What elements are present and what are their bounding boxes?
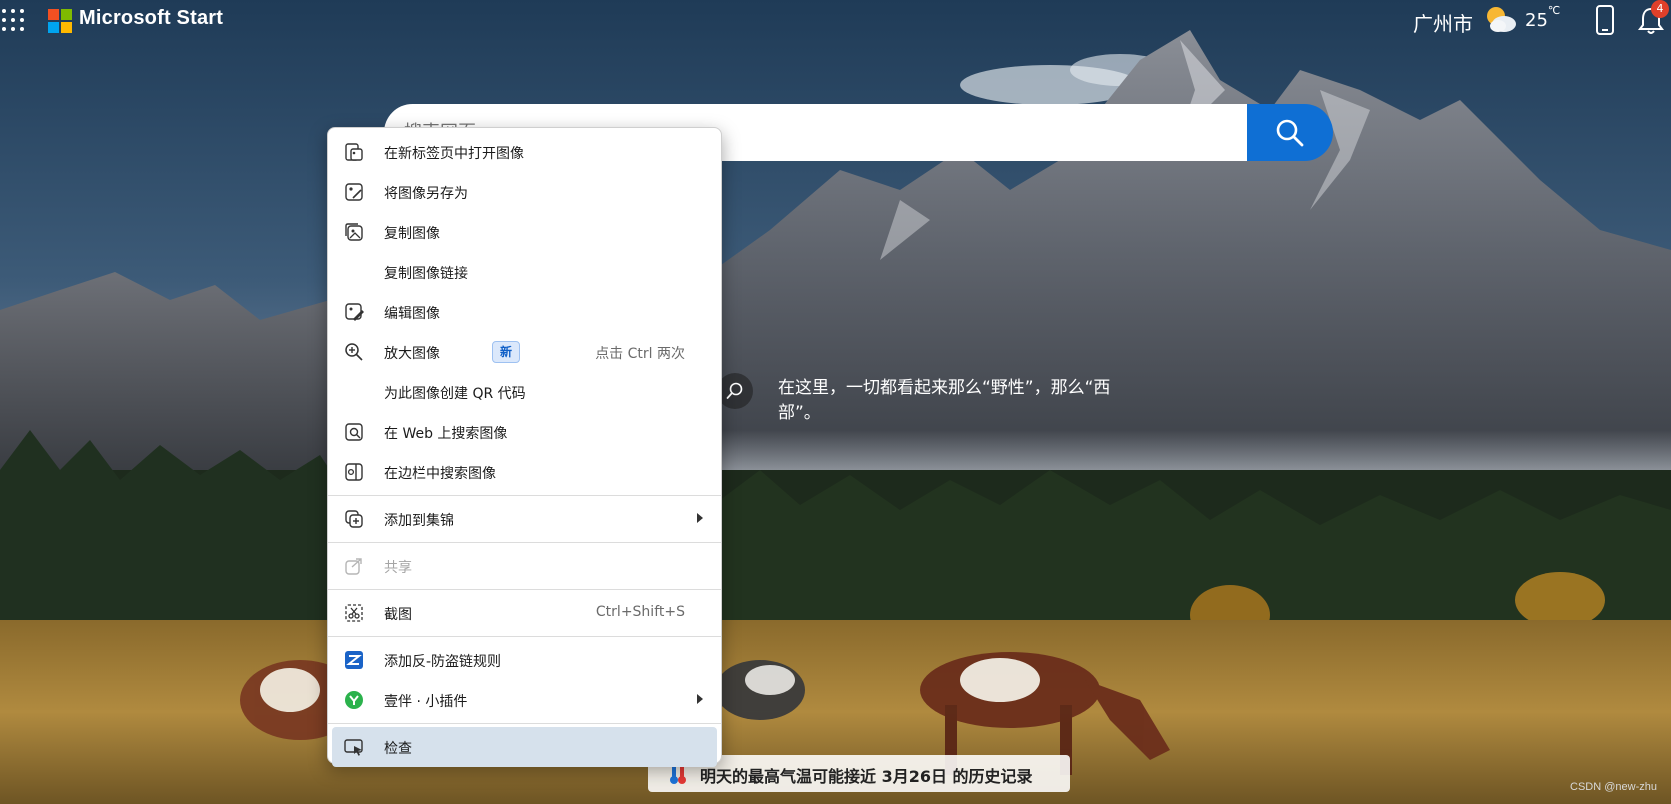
- menu-divider: [328, 495, 721, 496]
- weather-city[interactable]: 广州市: [1413, 8, 1473, 37]
- menu-item-label: 为此图像创建 QR 代码: [384, 386, 526, 402]
- submenu-arrow-icon: [697, 513, 703, 523]
- menu-item-label: 编辑图像: [384, 306, 440, 322]
- menu-item-screenshot[interactable]: 截图 Ctrl+Shift+S: [332, 593, 717, 633]
- top-bar: Microsoft Start 广州市 25℃ 4: [0, 0, 1671, 42]
- menu-item-label: 在边栏中搜索图像: [384, 466, 496, 482]
- save-image-icon: [345, 183, 363, 201]
- search-button[interactable]: [1247, 104, 1333, 161]
- edit-image-icon: [345, 303, 364, 321]
- menu-item-copy-image-link[interactable]: 复制图像链接: [332, 252, 717, 292]
- menu-item-yiban-plugin[interactable]: 壹伴 · 小插件: [332, 680, 717, 720]
- menu-item-add-anti-hotlink-rule[interactable]: 添加反-防盗链规则: [332, 640, 717, 680]
- sidebar-search-icon: [345, 463, 363, 481]
- notification-badge: 4: [1651, 0, 1669, 18]
- menu-item-copy-image[interactable]: 复制图像: [332, 212, 717, 252]
- visual-search-icon: [345, 423, 363, 441]
- caption-search-button[interactable]: [717, 373, 753, 409]
- new-badge: 新: [492, 341, 520, 363]
- menu-item-shortcut: Ctrl+Shift+S: [595, 604, 685, 620]
- menu-item-label: 将图像另存为: [384, 186, 468, 202]
- brand-name[interactable]: Microsoft Start: [79, 7, 223, 30]
- menu-item-label: 添加反-防盗链规则: [384, 654, 502, 670]
- copy-image-icon: [345, 223, 363, 241]
- menu-item-label: 放大图像: [384, 346, 440, 362]
- search-icon: [726, 382, 743, 399]
- submenu-arrow-icon: [697, 694, 703, 704]
- inspect-icon: [344, 739, 363, 756]
- screenshot-icon: [345, 604, 363, 622]
- menu-item-label: 复制图像链接: [384, 266, 468, 282]
- menu-divider: [328, 542, 721, 543]
- menu-item-label: 复制图像: [384, 226, 440, 242]
- collections-icon: [345, 510, 363, 528]
- menu-item-zoom-image[interactable]: 放大图像 新 点击 Ctrl 两次: [332, 332, 717, 372]
- menu-item-shortcut: 点击 Ctrl 两次: [595, 346, 685, 362]
- menu-item-label: 检查: [384, 741, 412, 757]
- context-menu: 在新标签页中打开图像 将图像另存为 复制图像 复制图像链接 编辑图像 放大图像 …: [327, 127, 722, 767]
- menu-item-save-image-as[interactable]: 将图像另存为: [332, 172, 717, 212]
- menu-item-create-qr-code[interactable]: 为此图像创建 QR 代码: [332, 372, 717, 412]
- image-caption[interactable]: 在这里，一切都看起来那么“野性”，那么“西部”。: [778, 376, 1118, 426]
- menu-item-label: 添加到集锦: [384, 513, 454, 529]
- extension-yiban-icon: [345, 691, 363, 709]
- weather-partly-cloudy-icon[interactable]: [1484, 4, 1518, 34]
- menu-item-label: 截图: [384, 607, 412, 623]
- search-icon: [1276, 119, 1304, 147]
- menu-divider: [328, 723, 721, 724]
- menu-item-search-image-web[interactable]: 在 Web 上搜索图像: [332, 412, 717, 452]
- zoom-in-icon: [345, 343, 363, 361]
- weather-temperature[interactable]: 25℃: [1525, 4, 1560, 31]
- apps-grid-icon[interactable]: [2, 9, 26, 33]
- menu-item-label: 壹伴 · 小插件: [384, 694, 468, 710]
- menu-item-label: 在 Web 上搜索图像: [384, 426, 508, 442]
- menu-divider: [328, 636, 721, 637]
- microsoft-logo-icon[interactable]: [48, 9, 72, 33]
- menu-item-inspect[interactable]: 检查: [332, 727, 717, 767]
- temperature-unit: ℃: [1547, 4, 1561, 17]
- menu-item-label: 共享: [384, 560, 412, 576]
- menu-item-share: 共享: [332, 546, 717, 586]
- menu-divider: [328, 589, 721, 590]
- phone-icon[interactable]: [1595, 5, 1615, 35]
- temperature-value: 25: [1525, 10, 1548, 31]
- watermark: CSDN @new-zhu: [1570, 781, 1657, 793]
- menu-item-label: 在新标签页中打开图像: [384, 146, 524, 162]
- menu-item-open-image-new-tab[interactable]: 在新标签页中打开图像: [332, 132, 717, 172]
- menu-item-search-image-sidebar[interactable]: 在边栏中搜索图像: [332, 452, 717, 492]
- menu-item-add-to-collections[interactable]: 添加到集锦: [332, 499, 717, 539]
- open-image-new-tab-icon: [345, 143, 363, 161]
- banner-text: 明天的最高气温可能接近 3月26日 的历史记录: [700, 767, 1033, 786]
- extension-z-icon: [345, 651, 363, 669]
- menu-item-edit-image[interactable]: 编辑图像: [332, 292, 717, 332]
- share-icon: [345, 558, 362, 575]
